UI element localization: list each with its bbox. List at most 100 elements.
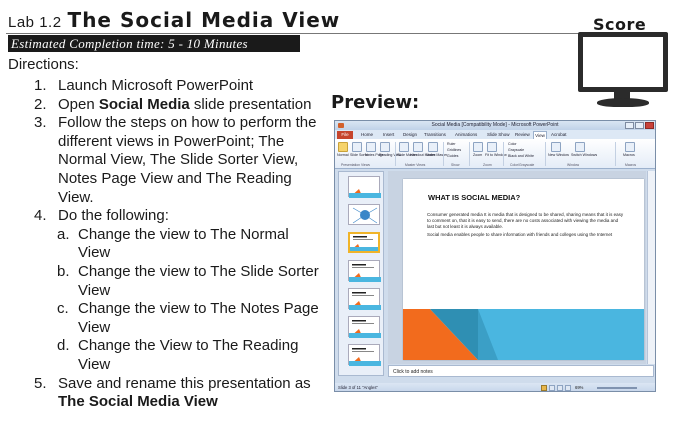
ribbon-label: Normal	[337, 153, 349, 157]
ribbon-label: Zoom	[473, 153, 483, 157]
reading-status-icon	[557, 385, 563, 391]
slide-decoration	[403, 309, 644, 360]
ppt-tab: Acrobat	[551, 132, 567, 137]
preview-label: Preview:	[331, 92, 420, 113]
fit-to-window-icon	[487, 142, 497, 152]
normal-view-status-icon	[541, 385, 547, 391]
notes-placeholder: Click to add notes	[393, 369, 433, 375]
substep-d: d. Change the View to The Reading View	[0, 337, 320, 374]
step-number: 3.	[34, 114, 47, 132]
slide-thumbnail	[348, 288, 381, 310]
slide-thumbnail	[348, 176, 381, 198]
step-4: 4. Do the following:	[0, 207, 320, 226]
substeps-list: a. Change the view to The Normal View b.…	[0, 226, 320, 375]
score-monitor-icon	[578, 32, 668, 92]
ribbon-group-label: Window	[567, 163, 580, 167]
slide-thumbnail-selected	[348, 232, 380, 253]
slide-thumbnail	[348, 344, 381, 366]
slide-canvas: WHAT IS SOCIAL MEDIA? Consumer generated…	[388, 171, 646, 364]
black-white-option-label: Black and White	[508, 154, 534, 158]
minimize-icon	[625, 122, 634, 129]
new-file-name: The Social Media View	[58, 393, 218, 411]
notes-pane: Click to add notes	[388, 365, 654, 377]
slideshow-status-icon	[565, 385, 571, 391]
slide-sorter-icon	[352, 142, 362, 152]
lab-header: Lab 1.2 The Social Media View	[8, 8, 340, 32]
substep-letter: d.	[57, 337, 70, 355]
step-text: slide presentation	[189, 95, 312, 113]
step-text: Launch Microsoft PowerPoint	[58, 77, 254, 94]
step-number: 4.	[34, 207, 47, 225]
slide-counter: Slide 3 of 11 "Angles"	[338, 385, 378, 390]
step-number: 2.	[34, 95, 47, 113]
ppt-tab: Slide Show	[487, 132, 510, 137]
step-text: Do the following:	[58, 207, 169, 225]
current-slide: WHAT IS SOCIAL MEDIA? Consumer generated…	[403, 179, 644, 360]
ruler-checkbox-label: Ruler	[447, 142, 456, 146]
zoom-icon	[473, 142, 483, 152]
ribbon-group-label: Macros	[625, 163, 637, 167]
ppt-tab: Home	[361, 132, 374, 137]
header-divider	[6, 33, 668, 34]
guides-checkbox-label: Guides	[447, 154, 459, 158]
ribbon-separator	[545, 142, 546, 166]
steps-list: 1. Launch Microsoft PowerPoint 2. Open S…	[0, 77, 320, 412]
step-text: Save and rename this presentation as	[58, 374, 311, 392]
ribbon-separator	[395, 142, 396, 166]
ppt-titlebar: Social Media [Compatibility Mode] - Micr…	[335, 121, 655, 130]
ribbon-group-label: Presentation Views	[341, 163, 370, 167]
slide-thumbnail	[348, 204, 380, 225]
grayscale-option-label: Grayscale	[508, 148, 525, 152]
zoom-slider	[597, 387, 637, 389]
substep-b: b. Change the view to The Slide Sorter V…	[0, 263, 320, 300]
normal-view-icon	[338, 142, 348, 152]
ribbon-group-label: Zoom	[483, 163, 492, 167]
step-number: 5.	[34, 374, 47, 392]
step-1: 1. Launch Microsoft PowerPoint	[0, 77, 320, 96]
macros-icon	[625, 142, 635, 152]
presentation-name: Social Media	[98, 95, 190, 113]
ribbon-separator	[503, 142, 504, 166]
ppt-window-title: Social Media [Compatibility Mode] - Micr…	[431, 122, 559, 128]
zoom-level: 69%	[575, 385, 584, 390]
directions-label: Directions:	[8, 56, 79, 73]
step-2: 2. Open Social Media slide presentation	[0, 96, 320, 115]
ribbon-group-label: Master Views	[405, 163, 426, 167]
ribbon-label: New Window	[548, 153, 569, 157]
notes-master-icon	[428, 142, 438, 152]
substep-c: c. Change the view to The Notes Page Vie…	[0, 300, 320, 337]
ribbon-group-label: Show	[451, 163, 460, 167]
step-text: Follow the steps on how to perform the d…	[58, 114, 317, 206]
reading-view-icon	[380, 142, 390, 152]
ppt-tab: Transitions	[424, 132, 446, 137]
powerpoint-preview-screenshot: Social Media [Compatibility Mode] - Micr…	[334, 120, 656, 392]
ppt-file-tab: File	[337, 131, 353, 139]
substep-text: Change the view to The Slide Sorter View	[78, 262, 319, 299]
ppt-ribbon: Normal Slide Sorter Notes Page Reading V…	[335, 139, 655, 169]
ribbon-separator	[615, 142, 616, 166]
substep-letter: a.	[57, 225, 70, 243]
ppt-tab-view: View	[533, 131, 547, 139]
lab-number: Lab 1.2	[8, 14, 62, 31]
step-5: 5. Save and rename this presentation as …	[0, 375, 320, 412]
ribbon-separator	[443, 142, 444, 166]
sorter-status-icon	[549, 385, 555, 391]
ppt-app-icon	[338, 123, 344, 128]
ppt-ribbon-tabs: File Home Insert Design Transitions Anim…	[335, 130, 655, 139]
notes-page-icon	[366, 142, 376, 152]
close-icon	[645, 122, 654, 129]
slide-thumbnail	[348, 316, 381, 338]
ribbon-label: Notes Master	[426, 153, 448, 157]
substep-letter: c.	[57, 300, 69, 318]
switch-windows-icon	[575, 142, 585, 152]
gridlines-checkbox-label: Gridlines	[447, 148, 462, 152]
substep-a: a. Change the view to The Normal View	[0, 226, 320, 263]
color-option-label: Color	[508, 142, 517, 146]
vertical-scrollbar	[647, 171, 655, 364]
monitor-base	[597, 98, 649, 107]
slide-thumbnail	[348, 260, 381, 282]
ppt-tab: Design	[403, 132, 418, 137]
ppt-tab: Review	[515, 132, 530, 137]
substep-text: Change the view to The Normal View	[78, 225, 289, 262]
substep-text: Change the view to The Notes Page View	[78, 300, 319, 336]
